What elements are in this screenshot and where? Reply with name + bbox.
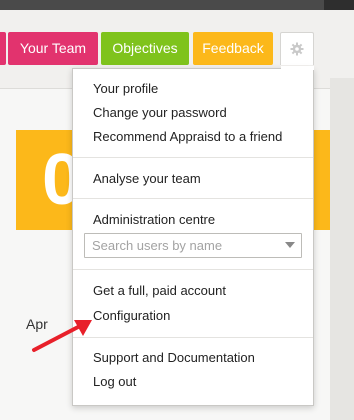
- menu-item-administration-centre[interactable]: Administration centre: [93, 211, 215, 229]
- nav-tab-partial[interactable]: [0, 32, 6, 65]
- user-search-placeholder: Search users by name: [92, 238, 223, 253]
- menu-separator: [73, 337, 313, 338]
- stat-card: 0: [16, 130, 82, 230]
- nav-your-team[interactable]: Your Team: [8, 32, 98, 65]
- chevron-down-icon[interactable]: [285, 242, 295, 248]
- annotation-arrow-icon: [32, 320, 92, 352]
- menu-separator: [73, 157, 313, 158]
- nav-objectives[interactable]: Objectives: [101, 32, 189, 65]
- scrollbar-track[interactable]: [330, 78, 354, 420]
- stat-card-right: [314, 130, 330, 230]
- menu-item-your-profile[interactable]: Your profile: [93, 80, 158, 98]
- user-search-select[interactable]: Search users by name: [84, 233, 302, 258]
- menu-item-change-password[interactable]: Change your password: [93, 104, 227, 122]
- menu-item-recommend[interactable]: Recommend Appraisd to a friend: [93, 128, 282, 146]
- menu-separator: [73, 198, 313, 199]
- gear-icon: [290, 42, 304, 56]
- settings-button[interactable]: [280, 32, 314, 65]
- menu-item-analyse-team[interactable]: Analyse your team: [93, 170, 201, 188]
- menu-notch: [281, 66, 314, 70]
- menu-item-log-out[interactable]: Log out: [93, 373, 136, 391]
- top-bar-edge: [324, 0, 354, 10]
- menu-separator: [73, 269, 313, 270]
- nav-feedback[interactable]: Feedback: [193, 32, 273, 65]
- settings-dropdown-menu: Your profile Change your password Recomm…: [72, 66, 314, 406]
- menu-item-paid-account[interactable]: Get a full, paid account: [93, 282, 226, 300]
- top-bar: [0, 0, 354, 10]
- menu-item-configuration[interactable]: Configuration: [93, 307, 170, 325]
- menu-item-support[interactable]: Support and Documentation: [93, 349, 255, 367]
